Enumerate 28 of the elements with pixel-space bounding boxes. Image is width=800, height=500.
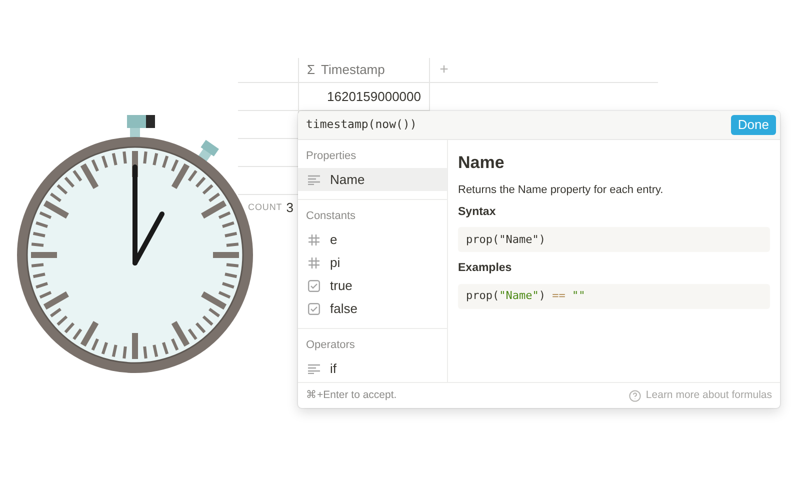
hash-icon	[308, 256, 320, 268]
table-cell-text: 1620159000000	[327, 88, 421, 106]
section-heading: Operators	[305, 338, 356, 353]
hash-icon	[308, 234, 320, 246]
formula-list-item[interactable]: pi	[298, 251, 447, 274]
count-label: COUNT	[248, 201, 282, 214]
formula-list-item[interactable]: Name	[298, 168, 447, 191]
formula-list-item[interactable]: e	[298, 228, 447, 251]
checkbox-icon	[308, 280, 320, 292]
checkbox-icon	[308, 302, 320, 314]
text-lines-icon	[308, 364, 320, 374]
column-header[interactable]: Σ Timestamp	[298, 58, 430, 82]
formula-list-item[interactable]: true	[298, 274, 447, 297]
help-icon	[628, 390, 641, 402]
detail-title: Name	[458, 152, 506, 174]
text-lines-icon	[308, 174, 320, 184]
section-heading: Constants	[305, 209, 357, 224]
syntax-code: prop("Name")	[458, 227, 770, 252]
accept-hint: ⌘+Enter to accept.	[306, 388, 397, 403]
count-value: 3	[286, 199, 294, 218]
section-heading: Properties	[305, 149, 358, 164]
detail-description: Returns the Name property for each entry.	[458, 182, 664, 198]
formula-list-item[interactable]: if	[298, 357, 447, 380]
examples-heading: Examples	[458, 261, 513, 276]
example-code: prop("Name") == ""	[458, 284, 770, 308]
formula-input[interactable]: timestamp(now())	[306, 116, 417, 134]
formula-list-item[interactable]: false	[298, 297, 447, 320]
syntax-heading: Syntax	[458, 205, 497, 220]
